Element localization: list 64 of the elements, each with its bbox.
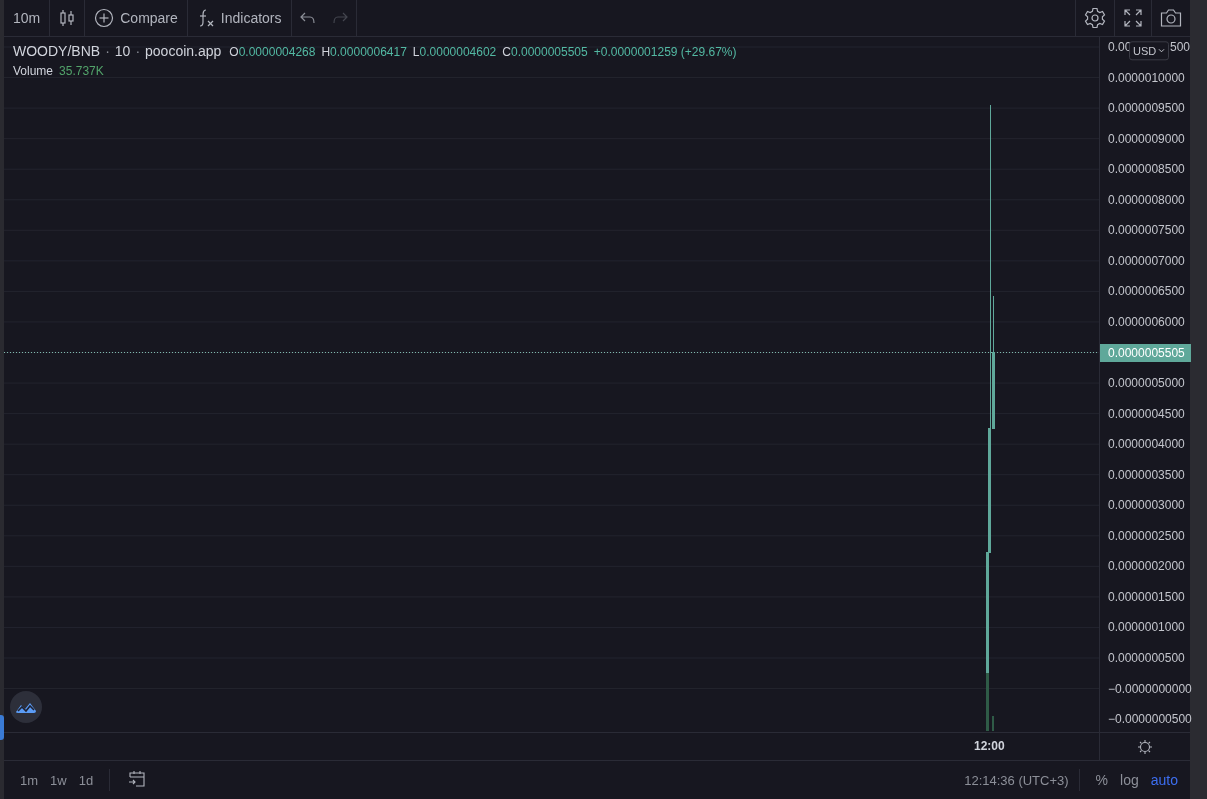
- ohlc-value: 0.0000005505: [510, 45, 588, 59]
- plus-circle-icon: [94, 8, 115, 28]
- ohlc-value: 0.0000004602: [419, 45, 497, 59]
- ohlc-label: H: [321, 45, 331, 59]
- caret-icon: [1158, 48, 1166, 54]
- settings-icon: [1084, 7, 1106, 29]
- separator-dot: ·: [135, 43, 141, 59]
- price-axis-label: 0.0000008500: [1108, 162, 1185, 177]
- clock-text: 12:14:36 (UTC+3): [964, 772, 1069, 788]
- indicators-button[interactable]: Indicators: [187, 0, 291, 36]
- ohlc-value: 0.0000004268: [238, 45, 316, 59]
- price-axis-label: 0.0000003500: [1108, 467, 1185, 482]
- range-button[interactable]: 1m: [14, 768, 45, 792]
- price-axis-label: 0.0000008000: [1108, 192, 1185, 207]
- ohlc-label: C: [502, 45, 511, 59]
- price-axis-label: −0.0000000000: [1108, 681, 1192, 696]
- price-axis-label: 0.0000009000: [1108, 131, 1185, 146]
- ohlc-value: 0.0000006417: [330, 45, 407, 59]
- price-axis-label: −0.0000000500: [1108, 712, 1192, 727]
- price-axis-label: 0.0000000500: [1108, 651, 1185, 665]
- price-axis-label: 500: [1169, 40, 1190, 54]
- price-axis-label: 0.0000009500: [1108, 101, 1185, 116]
- scale-toggle[interactable]: log: [1114, 768, 1145, 792]
- price-change: +0.0000001259 (+29.67%): [593, 45, 737, 59]
- sun-icon[interactable]: [1137, 738, 1153, 755]
- calendar-arrow-icon: [128, 769, 147, 788]
- price-axis-label: 0.0000001000: [1108, 620, 1185, 635]
- camera-icon: [1160, 8, 1182, 28]
- sidebar-toggle-handle[interactable]: [0, 715, 4, 740]
- volume-label: Volume: [13, 64, 54, 78]
- fullscreen-icon: [1123, 8, 1143, 28]
- source-label: poocoin.app: [145, 43, 222, 59]
- compare-button[interactable]: Compare: [85, 0, 187, 36]
- price-axis-label: 0.0000006000: [1108, 314, 1185, 329]
- undo-icon: [299, 11, 316, 25]
- separator-dot: ·: [105, 43, 110, 59]
- price-axis-label: 0.0000004000: [1108, 437, 1185, 452]
- last-price-label: 0.0000005505: [1100, 343, 1191, 362]
- volume-value: 35.737K: [59, 64, 104, 78]
- price-axis-label: 0.0000005000: [1108, 376, 1185, 391]
- price-axis-label: 0.0000002500: [1108, 528, 1185, 543]
- ohlc-label: O: [229, 45, 239, 59]
- interval-label: 10: [114, 43, 131, 59]
- price-axis-label: 0.0000010000: [1108, 70, 1185, 85]
- symbol-title: WOODY/BNB: [13, 43, 101, 59]
- range-button[interactable]: 1w: [44, 768, 73, 792]
- price-axis-label: 0.0000003000: [1108, 498, 1185, 513]
- logo-button[interactable]: [10, 691, 42, 723]
- price-axis-label: 0.0000001500: [1108, 589, 1185, 604]
- price-axis-label: 0.0000004500: [1108, 406, 1185, 421]
- range-button[interactable]: 1d: [72, 768, 100, 792]
- currency-dropdown[interactable]: USD: [1129, 41, 1170, 61]
- scale-toggle[interactable]: %: [1089, 768, 1115, 792]
- price-axis-label: 0.0000007500: [1108, 223, 1185, 238]
- price-axis-label: 0.0000007000: [1108, 253, 1185, 268]
- interval-button[interactable]: 10m: [4, 0, 50, 36]
- candlestick-icon: [58, 9, 77, 27]
- price-axis-label: 0.0000006500: [1108, 284, 1185, 299]
- volume-bar-drawing: [986, 673, 994, 731]
- ohlc-label: L: [412, 45, 420, 59]
- redo-icon: [331, 11, 348, 25]
- scale-toggle[interactable]: auto: [1144, 768, 1184, 792]
- time-axis-label: 12:00: [974, 739, 1005, 753]
- price-axis-label: 0.0000002000: [1108, 559, 1185, 574]
